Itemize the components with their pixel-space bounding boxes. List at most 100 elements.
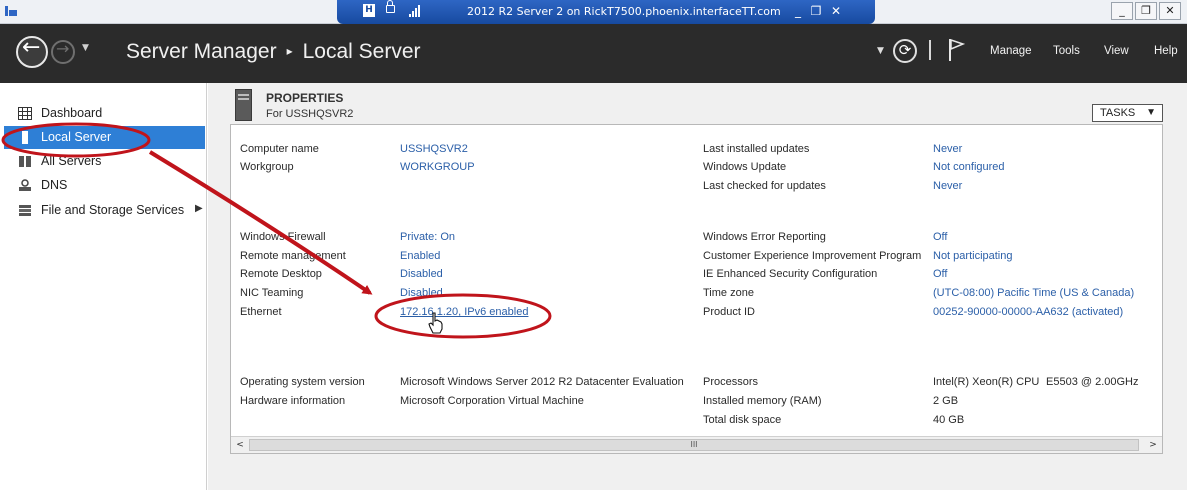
property-label: Total disk space bbox=[703, 414, 782, 426]
scroll-left-icon[interactable]: < bbox=[233, 438, 247, 452]
properties-server-icon bbox=[235, 89, 252, 121]
server-manager-app-icon bbox=[5, 6, 17, 16]
sidebar-item-label: DNS bbox=[41, 178, 68, 192]
remote-desktop-title-strip: H 2012 R2 Server 2 on RickT7500.phoenix.… bbox=[0, 0, 1187, 24]
sidebar-item-all-servers[interactable]: All Servers bbox=[4, 150, 205, 173]
expand-chevron-icon[interactable]: ▶ bbox=[195, 203, 203, 214]
sidebar-item-local-server[interactable]: Local Server bbox=[4, 126, 205, 149]
properties-panel: Computer name USSHQSVR2 Workgroup WORKGR… bbox=[230, 124, 1163, 454]
nic-teaming-link[interactable]: Disabled bbox=[400, 287, 443, 299]
window-minimize-button[interactable]: _ bbox=[1111, 2, 1133, 20]
refresh-icon[interactable]: ⟳ bbox=[893, 39, 917, 63]
remote-desktop-link[interactable]: Disabled bbox=[400, 268, 443, 280]
ethernet-link[interactable]: 172.16.1.20, IPv6 enabled bbox=[400, 306, 528, 318]
sidebar-item-dns[interactable]: DNS bbox=[4, 174, 205, 197]
hand-cursor-icon bbox=[428, 312, 443, 334]
os-version-value: Microsoft Windows Server 2012 R2 Datacen… bbox=[400, 376, 684, 388]
windows-firewall-link[interactable]: Private: On bbox=[400, 231, 455, 243]
menu-view[interactable]: View bbox=[1104, 45, 1129, 57]
ie-esc-link[interactable]: Off bbox=[933, 268, 947, 280]
breadcrumb: Server Manager ▸ Local Server bbox=[126, 40, 421, 64]
window-controls: _ ❐ ✕ bbox=[1109, 2, 1181, 20]
property-label: Product ID bbox=[703, 306, 755, 318]
sidebar-item-label: File and Storage Services bbox=[41, 203, 185, 217]
tasks-dropdown-button[interactable]: TASKS ▼ bbox=[1092, 104, 1163, 122]
property-label: NIC Teaming bbox=[240, 287, 304, 299]
hardware-info-value: Microsoft Corporation Virtual Machine bbox=[400, 395, 584, 407]
header-divider bbox=[929, 40, 931, 60]
sidebar-item-label: Local Server bbox=[41, 130, 112, 144]
notifications-flag-icon[interactable] bbox=[947, 38, 965, 62]
forward-button[interactable] bbox=[51, 39, 75, 64]
history-dropdown-icon[interactable]: ▼ bbox=[82, 43, 89, 53]
chevron-down-icon: ▼ bbox=[1146, 107, 1156, 118]
menu-help[interactable]: Help bbox=[1154, 45, 1178, 57]
dns-icon bbox=[19, 179, 31, 191]
connection-signal-icon[interactable] bbox=[409, 5, 421, 17]
property-label: Operating system version bbox=[240, 376, 365, 388]
dashboard-grid-icon bbox=[18, 107, 32, 120]
property-label: Windows Error Reporting bbox=[703, 231, 826, 243]
time-zone-link[interactable]: (UTC-08:00) Pacific Time (US & Canada) bbox=[933, 287, 1134, 299]
last-installed-updates-link[interactable]: Never bbox=[933, 143, 962, 155]
property-label: Remote management bbox=[240, 250, 346, 262]
workgroup-link[interactable]: WORKGROUP bbox=[400, 161, 475, 173]
menu-tools[interactable]: Tools bbox=[1053, 45, 1080, 57]
property-label: Processors bbox=[703, 376, 759, 388]
breadcrumb-app-title[interactable]: Server Manager bbox=[126, 40, 277, 63]
processors-speed-value: E5503 @ 2.00GHz bbox=[1046, 376, 1139, 388]
remote-management-link[interactable]: Enabled bbox=[400, 250, 440, 262]
window-restore-button[interactable]: ❐ bbox=[1135, 2, 1157, 20]
property-label: IE Enhanced Security Configuration bbox=[703, 268, 878, 280]
ceip-link[interactable]: Not participating bbox=[933, 250, 1013, 262]
breadcrumb-page-title: Local Server bbox=[302, 40, 421, 63]
memory-value: 2 GB bbox=[933, 395, 959, 407]
horizontal-scrollbar[interactable]: < III > bbox=[231, 436, 1162, 453]
server-icon bbox=[22, 131, 28, 144]
breadcrumb-separator-icon: ▸ bbox=[286, 44, 293, 58]
scroll-thumb[interactable]: III bbox=[249, 439, 1139, 451]
property-label: Remote Desktop bbox=[240, 268, 322, 280]
property-label: Hardware information bbox=[240, 395, 346, 407]
property-label: Workgroup bbox=[240, 161, 294, 173]
sidebar: Dashboard Local Server All Servers DNS F… bbox=[0, 83, 207, 490]
servers-icon bbox=[19, 156, 31, 167]
property-label: Time zone bbox=[703, 287, 754, 299]
windows-error-reporting-link[interactable]: Off bbox=[933, 231, 947, 243]
scroll-right-icon[interactable]: > bbox=[1146, 438, 1160, 452]
sidebar-item-label: Dashboard bbox=[41, 106, 103, 120]
storage-icon bbox=[19, 205, 31, 216]
processors-value: Intel(R) Xeon(R) CPU bbox=[933, 376, 1040, 388]
disk-space-value: 40 GB bbox=[933, 414, 965, 426]
section-subtitle: For USSHQSVR2 bbox=[266, 108, 354, 120]
sidebar-item-dashboard[interactable]: Dashboard bbox=[4, 102, 205, 125]
pin-icon[interactable]: H bbox=[363, 4, 375, 17]
rdp-title: 2012 R2 Server 2 on RickT7500.phoenix.in… bbox=[467, 5, 781, 18]
scroll-grip-icon: III bbox=[690, 440, 698, 449]
menu-manage[interactable]: Manage bbox=[990, 45, 1032, 57]
property-label: Windows Update bbox=[703, 161, 787, 173]
product-id-link[interactable]: 00252-90000-00000-AA632 (activated) bbox=[933, 306, 1123, 318]
back-button[interactable] bbox=[16, 35, 48, 68]
tasks-label: TASKS bbox=[1100, 107, 1136, 119]
property-label: Windows Firewall bbox=[240, 231, 326, 243]
property-label: Installed memory (RAM) bbox=[703, 395, 822, 407]
window-close-button[interactable]: ✕ bbox=[1159, 2, 1181, 20]
property-label: Last installed updates bbox=[703, 143, 810, 155]
section-title: PROPERTIES bbox=[266, 91, 344, 105]
rdp-restore-button[interactable]: ❐ bbox=[808, 3, 824, 19]
property-label: Last checked for updates bbox=[703, 180, 826, 192]
server-manager-header: ▼ Server Manager ▸ Local Server ▼ ⟳ Manage… bbox=[0, 24, 1187, 83]
rdp-minimize-button[interactable]: _ bbox=[790, 3, 806, 19]
last-checked-updates-link[interactable]: Never bbox=[933, 180, 962, 192]
sidebar-item-file-and-storage-services[interactable]: File and Storage Services ▶ bbox=[4, 199, 205, 222]
windows-update-link[interactable]: Not configured bbox=[933, 161, 1005, 173]
computer-name-link[interactable]: USSHQSVR2 bbox=[400, 143, 468, 155]
rdp-connection-bar[interactable]: H 2012 R2 Server 2 on RickT7500.phoenix.… bbox=[337, 0, 875, 24]
sidebar-item-label: All Servers bbox=[41, 154, 102, 168]
refresh-dropdown-icon[interactable]: ▼ bbox=[877, 46, 884, 56]
main-content: PROPERTIES For USSHQSVR2 TASKS ▼ Compute… bbox=[208, 83, 1187, 490]
rdp-close-button[interactable]: ✕ bbox=[828, 3, 844, 19]
property-label: Customer Experience Improvement Program bbox=[703, 250, 922, 262]
property-label: Computer name bbox=[240, 143, 319, 155]
